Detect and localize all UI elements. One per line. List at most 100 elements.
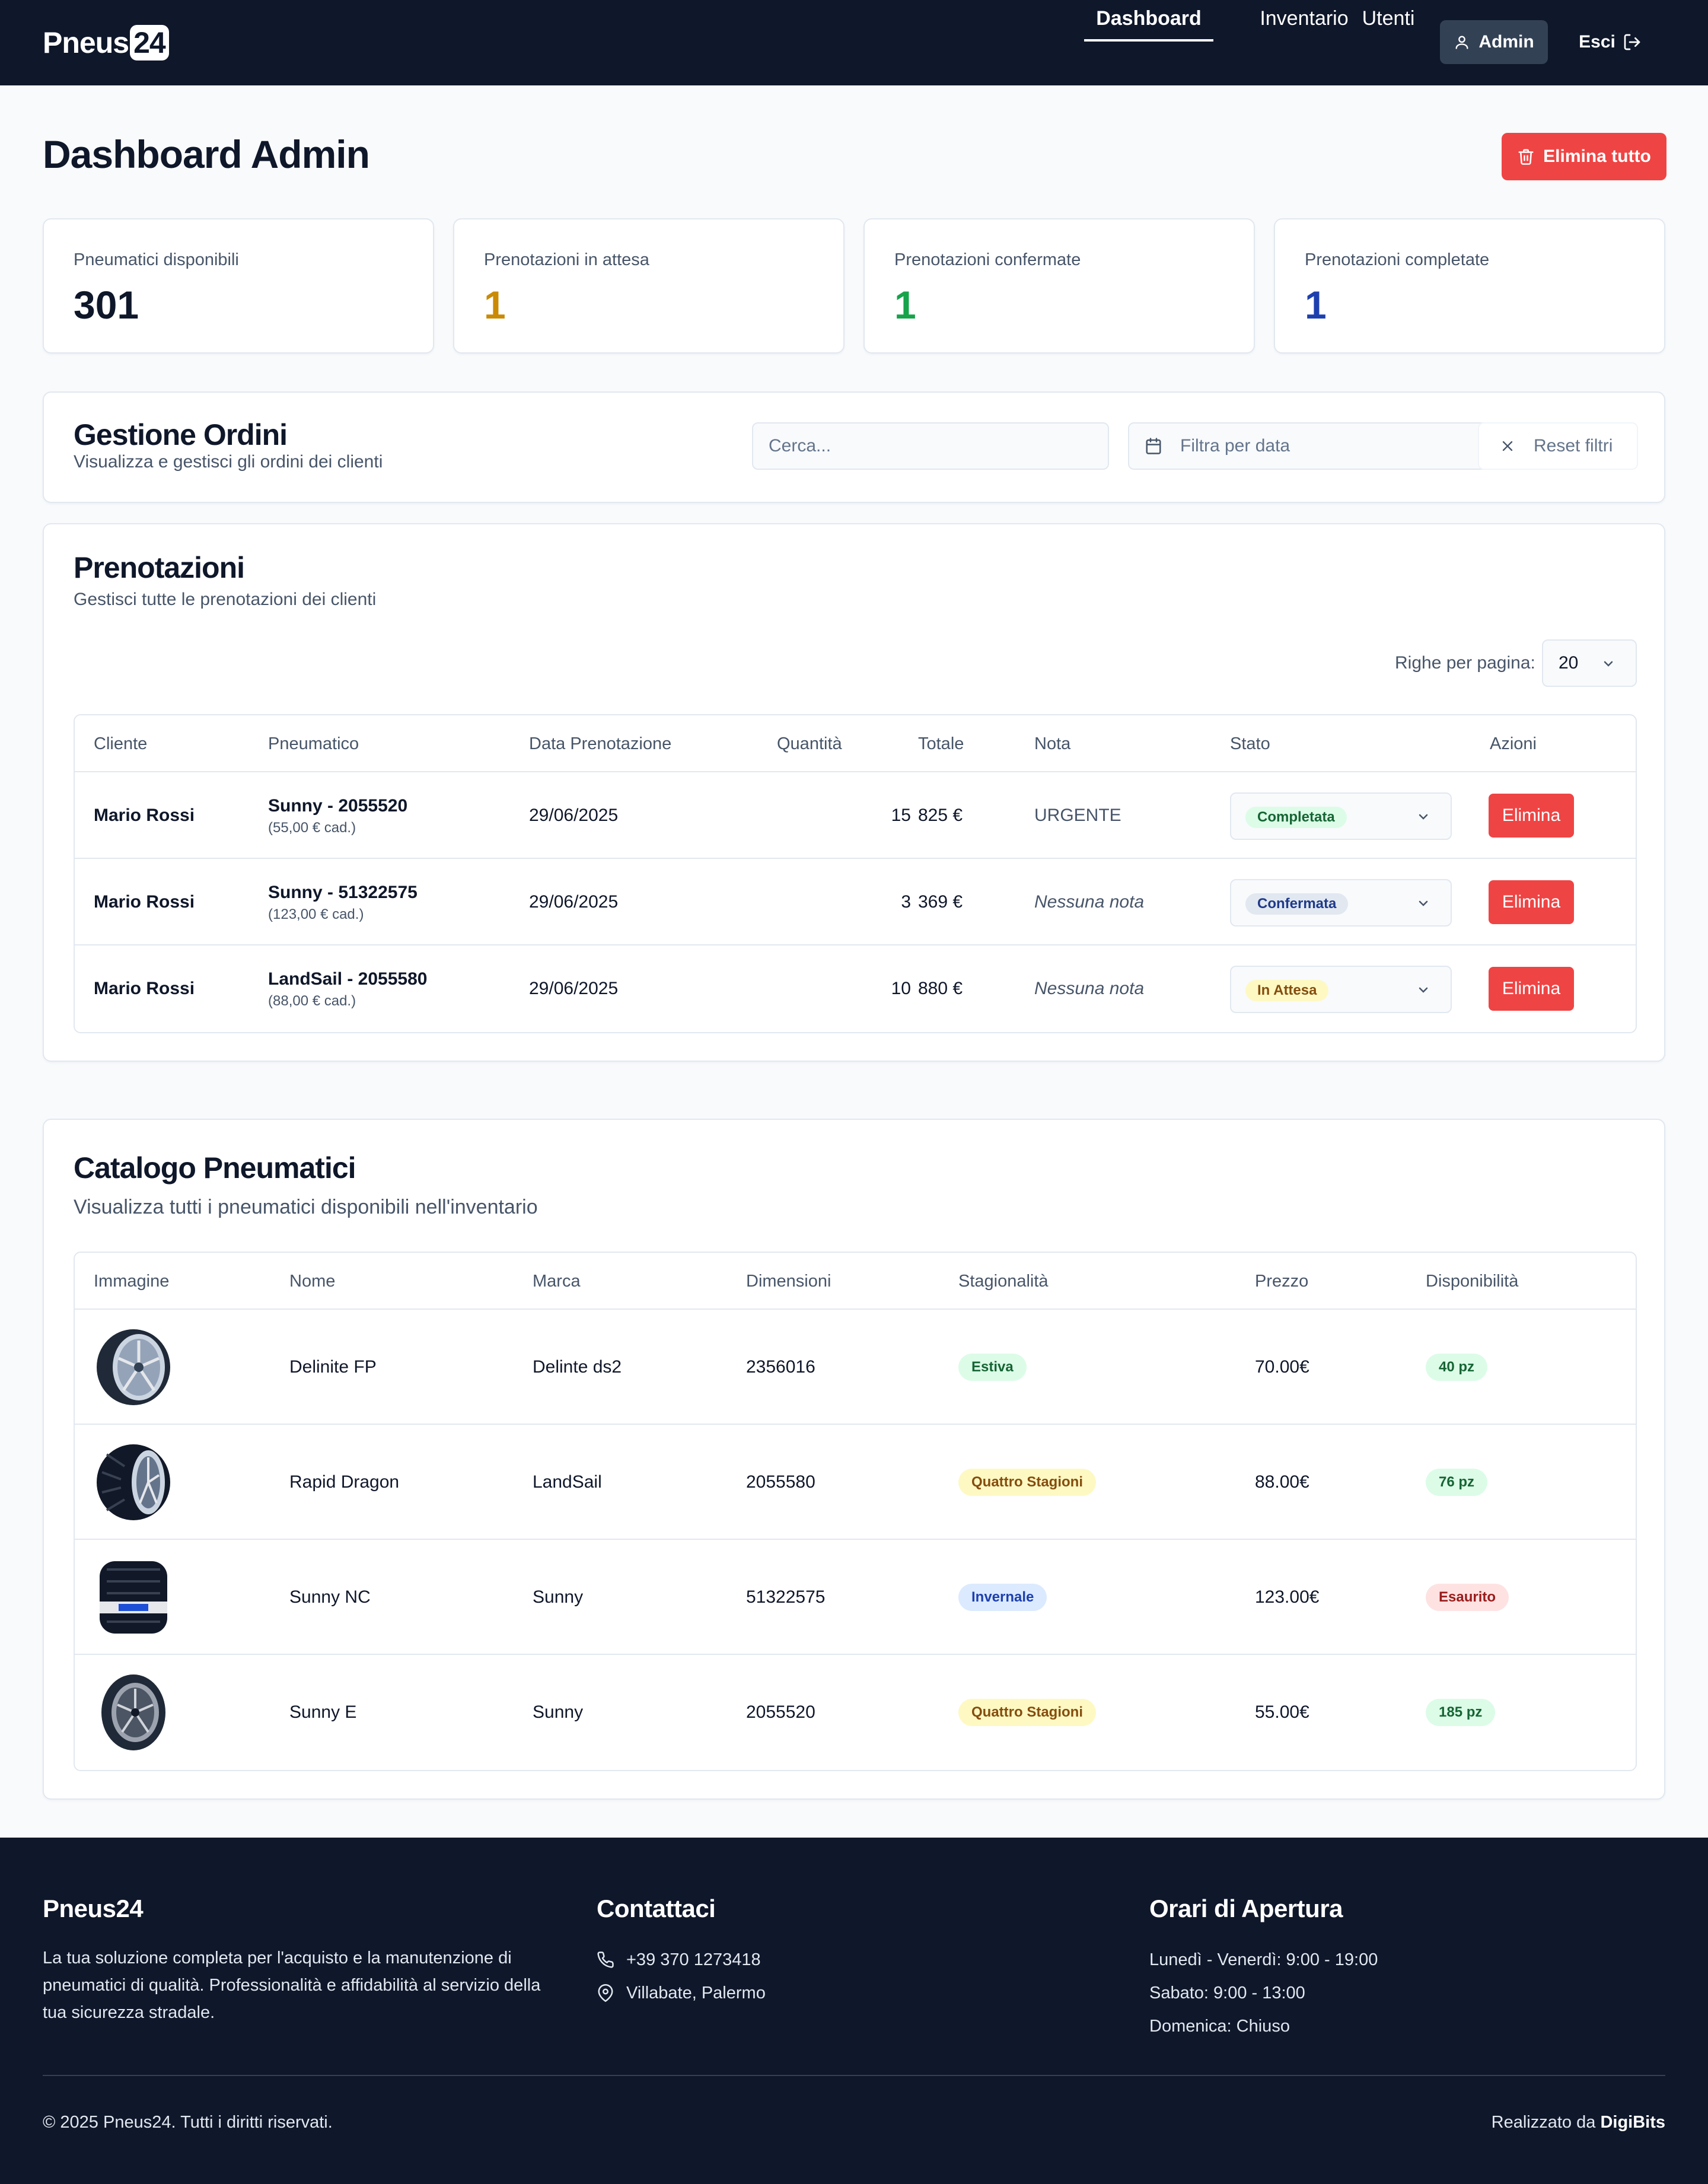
- catalog-table: Immagine Nome Marca Dimensioni Stagional…: [74, 1252, 1637, 1771]
- map-pin-icon: [598, 1984, 613, 2002]
- cell-data: 29/06/2025: [529, 979, 619, 998]
- footer-hours-sunday: Domenica: Chiuso: [1149, 2016, 1290, 2036]
- logout-label: Esci: [1579, 32, 1615, 52]
- footer-divider: [43, 2075, 1665, 2076]
- status-select[interactable]: Confermata: [1230, 879, 1452, 927]
- cell-nome: Sunny NC: [289, 1587, 371, 1607]
- footer-contacts: Contattaci +39 370 1273418 Villabate, Pa…: [597, 1895, 766, 2010]
- search-field[interactable]: [752, 422, 1109, 470]
- table-row: Sunny NC Sunny 51322575 Invernale 123.00…: [75, 1540, 1636, 1655]
- footer-hours: Orari di Apertura Lunedì - Venerdì: 9:00…: [1149, 1895, 1378, 2043]
- status-select[interactable]: Completata: [1230, 792, 1452, 840]
- footer-phone-label: +39 370 1273418: [626, 1950, 761, 1969]
- phone-icon: [597, 1951, 614, 1968]
- nav-inventario[interactable]: Inventario: [1235, 0, 1374, 42]
- table-row: Sunny E Sunny 2055520 Quattro Stagioni 5…: [75, 1655, 1636, 1770]
- admin-button[interactable]: Admin: [1440, 20, 1548, 64]
- table-row: Mario Rossi Sunny - 2055520 (55,00 € cad…: [75, 772, 1636, 859]
- stat-label: Prenotazioni in attesa: [484, 250, 649, 269]
- col-quantita: Quantità: [777, 734, 842, 753]
- cell-quantita: 10: [891, 979, 911, 998]
- tire-unit-price: (123,00 € cad.): [268, 906, 364, 922]
- col-nota: Nota: [1034, 734, 1071, 753]
- brand-logo[interactable]: Pneus 24: [43, 24, 169, 62]
- stat-label: Prenotazioni completate: [1305, 250, 1490, 269]
- table-header: Cliente Pneumatico Data Prenotazione Qua…: [75, 715, 1636, 772]
- rows-per-page-select[interactable]: 20: [1542, 639, 1637, 687]
- cell-marca: LandSail: [533, 1472, 602, 1492]
- cell-pneumatico: Sunny - 2055520 (55,00 € cad.): [268, 796, 407, 836]
- footer-hours-title: Orari di Apertura: [1149, 1895, 1343, 1922]
- cell-marca: Sunny: [533, 1587, 584, 1607]
- nav-utenti[interactable]: Utenti: [1358, 0, 1419, 42]
- brand-text: Pneus: [43, 26, 129, 59]
- stat-card-pending: Prenotazioni in attesa 1: [453, 218, 845, 354]
- stat-card-confirmed: Prenotazioni confermate 1: [863, 218, 1255, 354]
- delete-booking-button[interactable]: Elimina: [1489, 880, 1574, 924]
- cell-prezzo: 55.00€: [1255, 1702, 1309, 1722]
- footer-address: Villabate, Palermo: [597, 1976, 766, 2010]
- col-prezzo: Prezzo: [1255, 1272, 1309, 1291]
- stat-value: 1: [484, 283, 506, 327]
- close-icon: [1502, 441, 1513, 451]
- col-pneumatico: Pneumatico: [268, 734, 359, 753]
- orders-filter-panel: Gestione Ordini Visualizza e gestisci gl…: [43, 391, 1665, 503]
- catalog-panel: Catalogo Pneumatici Visualizza tutti i p…: [43, 1119, 1665, 1800]
- date-filter[interactable]: Filtra per data: [1128, 422, 1503, 470]
- stat-label: Prenotazioni confermate: [894, 250, 1081, 269]
- season-badge: Quattro Stagioni: [958, 1699, 1096, 1726]
- nav-dashboard[interactable]: Dashboard: [1084, 0, 1213, 42]
- delete-booking-button[interactable]: Elimina: [1489, 967, 1574, 1011]
- col-disponibilita: Disponibilità: [1426, 1272, 1519, 1291]
- chevron-down-icon: [1419, 814, 1428, 820]
- footer-credit: Realizzato da DigiBits: [1492, 2113, 1665, 2132]
- tire-unit-price: (55,00 € cad.): [268, 820, 356, 836]
- cell-nota: URGENTE: [1034, 806, 1121, 825]
- delete-all-button[interactable]: Elimina tutto: [1502, 133, 1666, 180]
- logout-button[interactable]: Esci: [1572, 20, 1649, 64]
- status-select[interactable]: In Attesa: [1230, 966, 1452, 1013]
- rows-per-page-label: Righe per pagina:: [1395, 653, 1535, 673]
- tire-name: Sunny - 2055520: [268, 796, 408, 816]
- col-immagine: Immagine: [94, 1272, 170, 1291]
- footer-credit-link[interactable]: DigiBits: [1600, 2113, 1665, 2132]
- cell-pneumatico: Sunny - 51322575 (123,00 € cad.): [268, 883, 418, 923]
- cell-nome: Delinite FP: [289, 1357, 377, 1377]
- chevron-down-icon: [1419, 987, 1428, 993]
- cell-cliente: Mario Rossi: [94, 979, 195, 998]
- availability-badge: 40 pz: [1426, 1354, 1488, 1381]
- cell-dimensioni: 2356016: [746, 1357, 815, 1377]
- table-row: Delinite FP Delinte ds2 2356016 Estiva 7…: [75, 1310, 1636, 1425]
- footer-hours-weekdays: Lunedì - Venerdì: 9:00 - 19:00: [1149, 1950, 1378, 1969]
- reset-filters-label: Reset filtri: [1534, 436, 1613, 456]
- cell-nome: Rapid Dragon: [289, 1472, 400, 1492]
- cell-dimensioni: 2055580: [746, 1472, 815, 1492]
- cell-nome: Sunny E: [289, 1702, 357, 1722]
- cell-totale: 369 €: [918, 892, 963, 912]
- catalog-subtitle: Visualizza tutti i pneumatici disponibil…: [74, 1196, 538, 1218]
- search-input[interactable]: [769, 436, 1108, 456]
- col-marca: Marca: [533, 1272, 581, 1291]
- col-totale: Totale: [918, 734, 964, 753]
- stat-label: Pneumatici disponibili: [74, 250, 239, 269]
- cell-nota: Nessuna nota: [1034, 979, 1145, 998]
- stat-card-completed: Prenotazioni completate 1: [1274, 218, 1665, 354]
- availability-badge: 76 pz: [1426, 1469, 1488, 1496]
- col-azioni: Azioni: [1490, 734, 1537, 753]
- delete-booking-button[interactable]: Elimina: [1489, 794, 1574, 838]
- orders-subtitle: Visualizza e gestisci gli ordini dei cli…: [74, 452, 383, 472]
- delete-all-label: Elimina tutto: [1543, 147, 1651, 166]
- cell-nota: Nessuna nota: [1034, 892, 1145, 912]
- footer-copyright: © 2025 Pneus24. Tutti i diritti riservat…: [43, 2113, 333, 2132]
- status-badge: Confermata: [1245, 893, 1349, 915]
- col-stagionalita: Stagionalità: [958, 1272, 1049, 1291]
- availability-badge: 185 pz: [1426, 1699, 1496, 1726]
- footer-phone[interactable]: +39 370 1273418: [597, 1943, 766, 1976]
- trash-icon: [1518, 149, 1534, 165]
- reset-filters-button[interactable]: Reset filtri: [1478, 422, 1638, 470]
- chevron-down-icon: [1604, 661, 1613, 667]
- navbar: Pneus 24 Dashboard Inventario Utenti Admi…: [0, 0, 1708, 85]
- cell-totale: 880 €: [918, 979, 963, 998]
- calendar-icon: [1146, 438, 1161, 454]
- cell-prezzo: 88.00€: [1255, 1472, 1309, 1492]
